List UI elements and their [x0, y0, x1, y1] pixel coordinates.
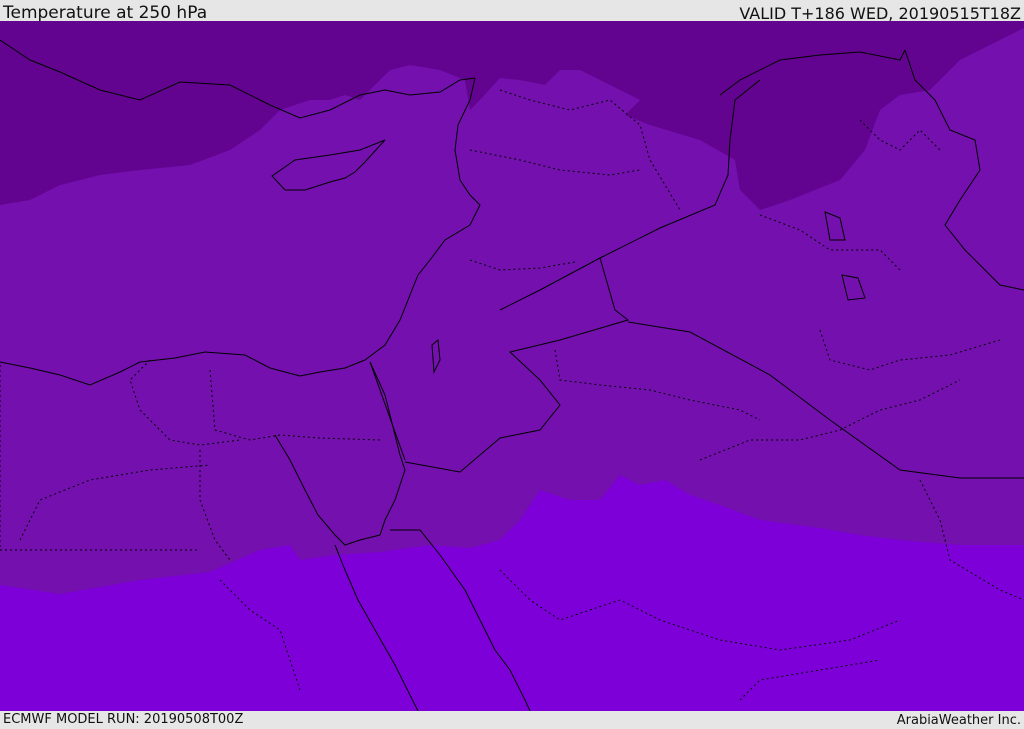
credit: ArabiaWeather Inc.: [896, 713, 1021, 728]
model-run: ECMWF MODEL RUN: 20190508T00Z: [3, 712, 244, 727]
temperature-map: [0, 21, 1024, 711]
